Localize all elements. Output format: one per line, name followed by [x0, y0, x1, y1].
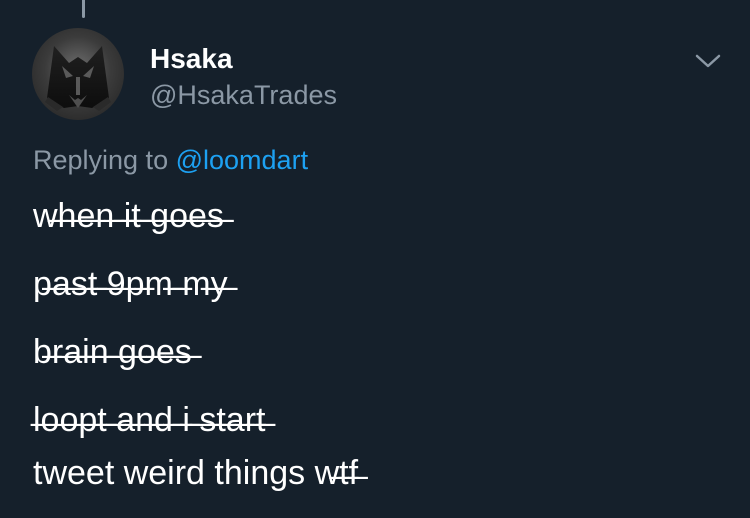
tweet-body-line-4: l̶o̶o̶p̶t̶ ̶a̶n̶d̶ ̶i̶ ̶s̶t̶a̶r̶t̶ — [33, 401, 266, 439]
tweet-body-line-3: b̶r̶a̶i̶n̶ ̶g̶o̶e̶s̶ — [33, 333, 192, 371]
reply-context: Replying to @loomdart — [33, 144, 308, 176]
tweet-body-line-5: tweet weird things w̶t̶f̶ — [33, 453, 358, 493]
wolf-avatar-icon — [45, 46, 111, 111]
tweet-body-line-2: p̶a̶s̶t̶ ̶9̶p̶m̶ ̶m̶y̶ — [33, 265, 228, 303]
replying-to-label: Replying to — [33, 145, 169, 175]
tweet-menu-button[interactable] — [694, 52, 722, 70]
avatar[interactable] — [32, 28, 124, 120]
thread-connector-line — [82, 0, 85, 18]
tweet-body-line-5-text: tweet weird things — [33, 454, 306, 492]
chevron-down-icon — [695, 54, 721, 68]
author-name[interactable]: Hsaka — [150, 42, 233, 76]
tweet-body-line-5-struck: w̶t̶f̶ — [314, 454, 359, 492]
author-handle[interactable]: @HsakaTrades — [150, 79, 337, 111]
mention-link[interactable]: @loomdart — [176, 145, 308, 175]
tweet-body-line-1: w̶h̶e̶n̶ ̶i̶t̶ ̶g̶o̶e̶s̶ — [33, 197, 224, 235]
